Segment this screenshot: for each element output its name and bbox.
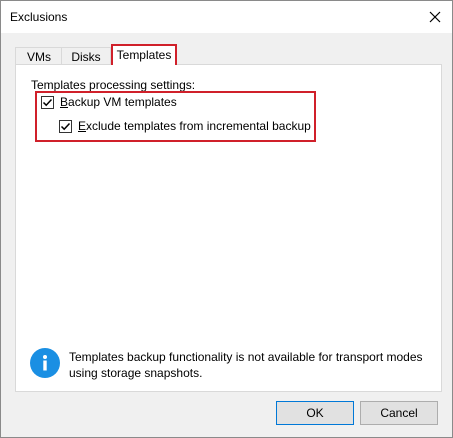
exclude-incremental-label: Exclude templates from incremental backu… [78, 119, 311, 133]
backup-vm-templates-option[interactable]: Backup VM templates [41, 95, 177, 109]
ok-button[interactable]: OK [276, 401, 354, 425]
group-label: Templates processing settings: [31, 78, 196, 92]
tab-templates[interactable]: Templates [111, 44, 177, 65]
close-button[interactable] [418, 1, 452, 33]
checkmark-icon [60, 122, 71, 130]
title-bar: Exclusions [1, 1, 452, 33]
backup-vm-templates-checkbox[interactable] [41, 95, 54, 109]
window-title: Exclusions [10, 10, 68, 24]
exclude-incremental-option[interactable]: Exclude templates from incremental backu… [59, 119, 311, 133]
cancel-button[interactable]: Cancel [360, 401, 438, 425]
exclusions-dialog: Exclusions VMs Disks Templates Templates… [0, 0, 453, 438]
backup-vm-templates-label: Backup VM templates [60, 95, 177, 109]
close-icon [429, 11, 441, 23]
info-message: Templates backup functionality is not av… [69, 350, 423, 380]
info-icon [30, 348, 60, 378]
checkmark-icon [42, 98, 53, 106]
exclude-incremental-checkbox[interactable] [59, 119, 72, 133]
